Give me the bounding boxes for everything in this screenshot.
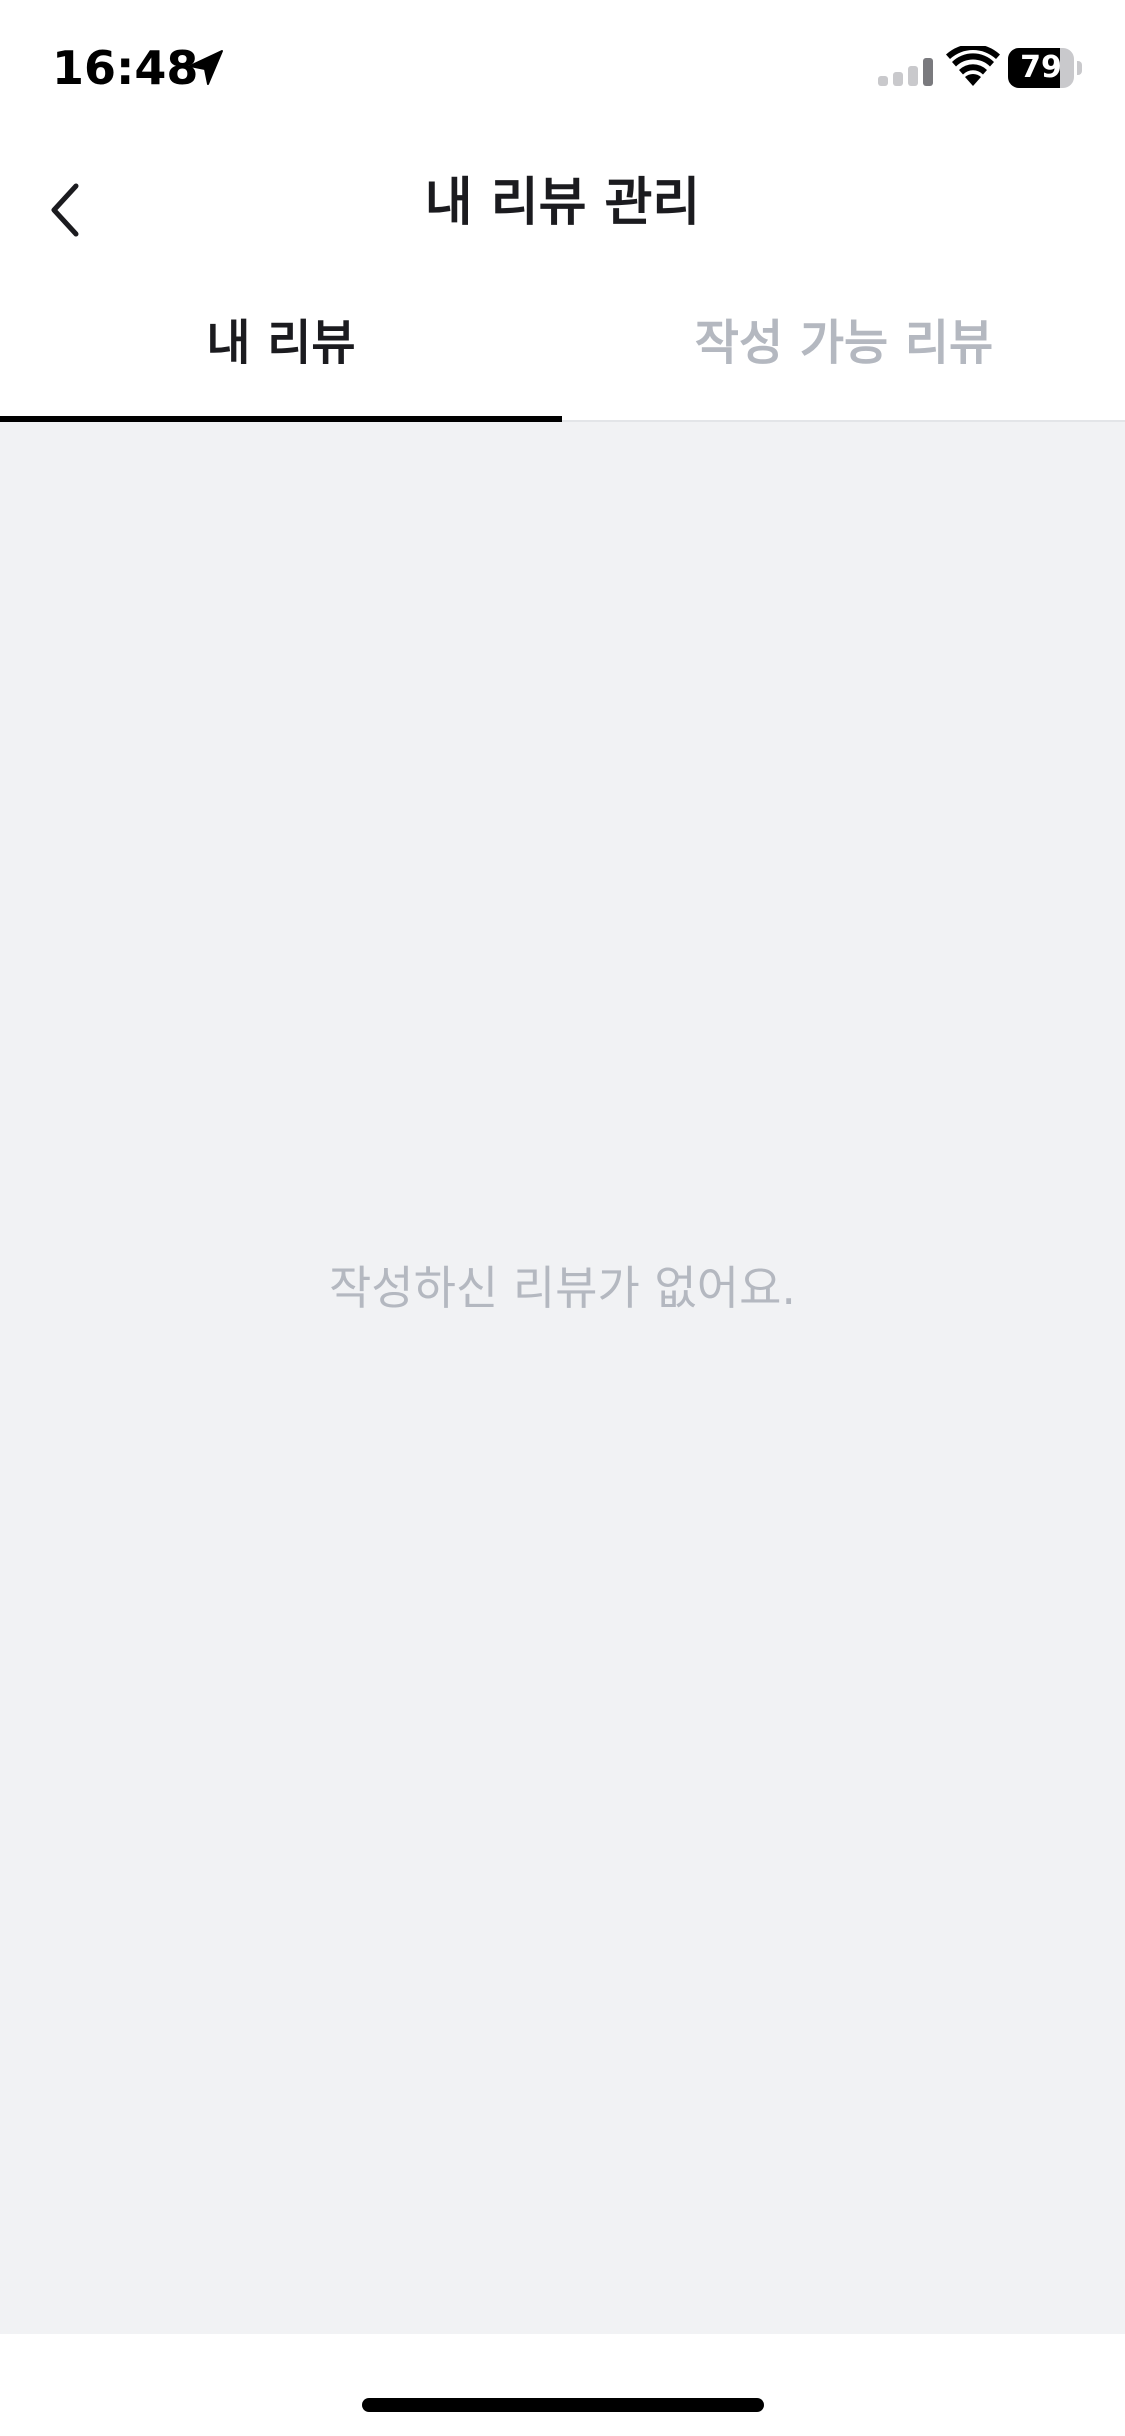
status-bar: 16:48 79: [0, 0, 1125, 132]
battery-level: 79: [1020, 50, 1062, 85]
screen: 16:48 79 내 리뷰 관리 내 리뷰 작성 가능 리뷰 작성하신 리뷰가 …: [0, 0, 1125, 2436]
status-time: 16:48: [52, 41, 199, 95]
home-indicator[interactable]: [362, 2398, 764, 2412]
tab-my-reviews[interactable]: 내 리뷰: [0, 280, 562, 422]
location-arrow-icon: [184, 46, 228, 90]
tab-bar: 내 리뷰 작성 가능 리뷰: [0, 280, 1125, 422]
cellular-signal-icon: [878, 52, 936, 88]
tab-writable-reviews[interactable]: 작성 가능 리뷰: [563, 280, 1125, 420]
empty-state-message: 작성하신 리뷰가 없어요.: [328, 1261, 797, 1315]
tab-label: 작성 가능 리뷰: [694, 315, 994, 371]
battery-body: 79: [1008, 48, 1074, 88]
battery-icon: 79: [1008, 48, 1082, 88]
home-area: [0, 2334, 1125, 2436]
wifi-icon: [946, 44, 1000, 90]
page-title: 내 리뷰 관리: [424, 173, 701, 233]
review-list-area: 작성하신 리뷰가 없어요.: [0, 422, 1125, 2334]
tab-label: 내 리뷰: [206, 315, 356, 371]
battery-cap: [1077, 61, 1082, 75]
nav-header: 내 리뷰 관리: [0, 132, 1125, 280]
